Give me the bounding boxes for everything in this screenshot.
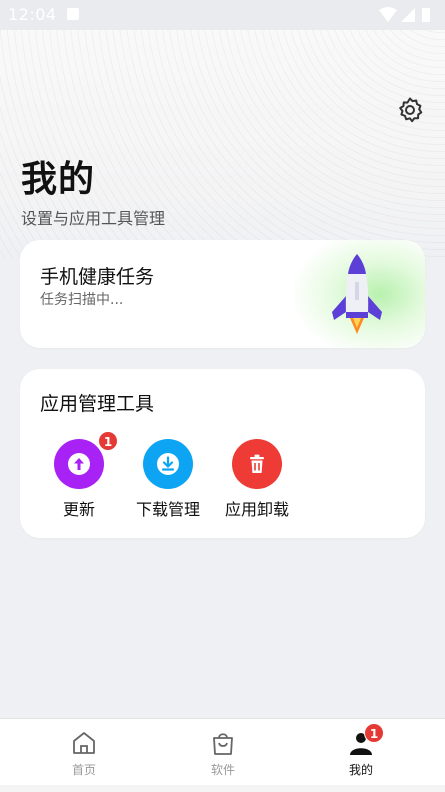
trash-icon — [250, 454, 264, 473]
uninstall-tool[interactable]: 应用卸载 — [212, 439, 302, 519]
update-badge: 1 — [98, 431, 118, 451]
battery-icon — [422, 8, 430, 22]
tab-mine-label: 我的 — [348, 763, 373, 777]
tab-home-label: 首页 — [71, 763, 96, 777]
tab-home[interactable]: 首页 — [10, 719, 158, 786]
uninstall-label: 应用卸载 — [224, 500, 289, 519]
page-subtitle: 设置与应用工具管理 — [21, 209, 166, 228]
gesture-bar — [0, 785, 445, 792]
upload-arrow-icon — [68, 453, 90, 475]
health-task-title: 手机健康任务 — [40, 266, 155, 288]
gear-icon[interactable] — [396, 96, 424, 124]
health-task-card[interactable]: 手机健康任务 任务扫描中... — [20, 240, 425, 348]
bottom-tab-bar: 首页 软件 1 我的 — [0, 718, 445, 786]
tab-software-label: 软件 — [210, 763, 235, 777]
download-manager-tool[interactable]: 下载管理 — [123, 439, 213, 519]
download-icon-circle — [143, 439, 193, 489]
app-tools-title: 应用管理工具 — [40, 393, 155, 415]
update-tool[interactable]: 1 更新 — [34, 431, 124, 519]
app-tools-card: 应用管理工具 1 更新 下载管理 应用卸载 — [20, 369, 425, 538]
tab-mine-badge: 1 — [364, 723, 384, 743]
notification-icon — [67, 8, 79, 20]
update-icon-circle — [54, 439, 104, 489]
download-icon — [157, 453, 179, 475]
status-icons — [379, 7, 430, 22]
download-manager-label: 下载管理 — [135, 500, 200, 519]
rocket-icon — [332, 254, 382, 334]
status-time: 12:04 — [8, 5, 57, 24]
wifi-icon — [379, 7, 397, 22]
update-label: 更新 — [62, 500, 95, 519]
health-task-status: 任务扫描中... — [40, 292, 124, 308]
home-icon — [73, 732, 95, 754]
page-title: 我的 — [21, 159, 96, 200]
tab-mine[interactable]: 1 我的 — [287, 719, 435, 786]
signal-icon — [401, 8, 415, 22]
shopping-bag-icon — [213, 733, 233, 755]
tab-software[interactable]: 软件 — [149, 719, 297, 786]
uninstall-icon-circle — [232, 439, 282, 489]
status-bar: 12:04 — [0, 0, 445, 30]
